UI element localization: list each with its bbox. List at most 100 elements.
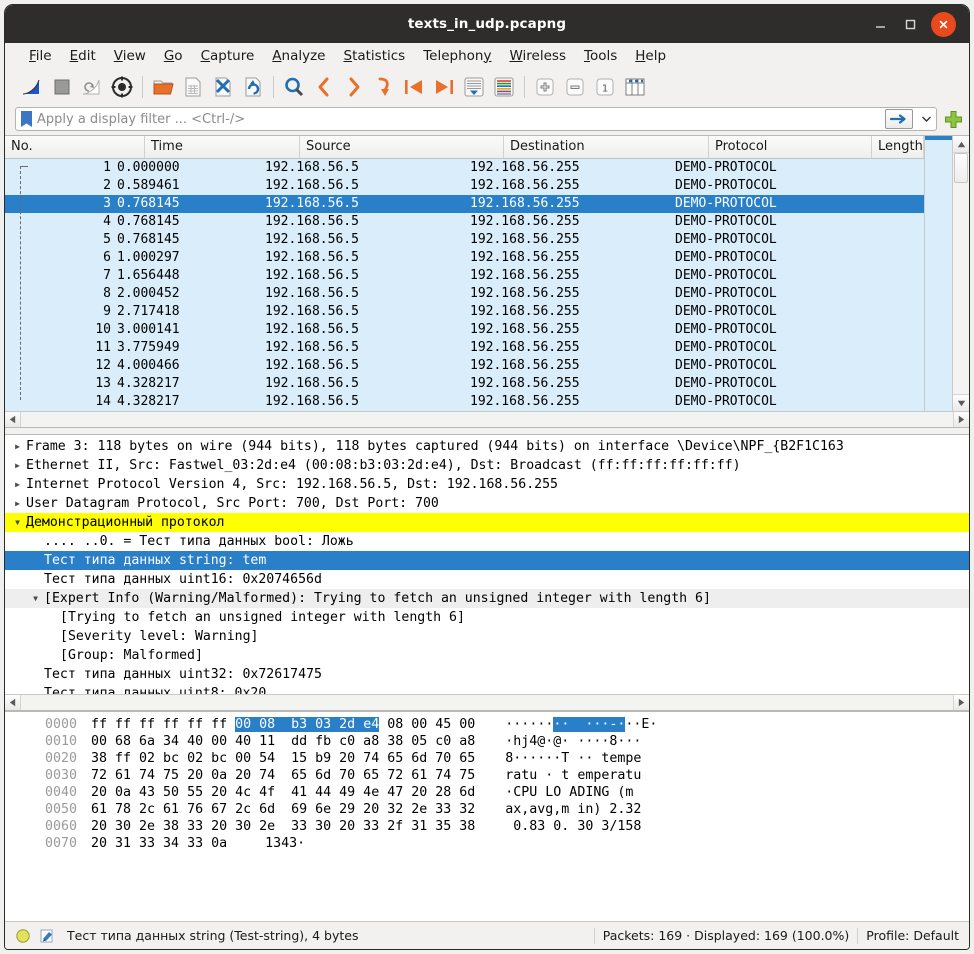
chevron-right-icon[interactable]: ▶ [11, 437, 24, 456]
chevron-down-icon[interactable]: ▼ [11, 513, 24, 532]
hexdump-row[interactable]: 0050 61 78 2c 61 76 67 2c 6d 69 6e 29 20 … [5, 801, 969, 818]
detail-tree-row[interactable]: ▶ Ethernet II, Src: Fastwel_03:2d:e4 (00:… [5, 456, 969, 475]
go-back-icon[interactable] [309, 72, 339, 102]
stop-capture-icon[interactable] [47, 72, 77, 102]
packet-list-row[interactable]: 13 4.328217 192.168.56.5 192.168.56.255 DEMO… [5, 375, 924, 393]
zoom-in-icon[interactable] [530, 72, 560, 102]
reload-file-icon[interactable] [238, 72, 268, 102]
detail-tree-row[interactable]: Тест типа данных uint32: 0x72617475 [5, 665, 969, 684]
hscroll-track[interactable] [21, 412, 953, 427]
hexdump-row[interactable]: 0030 72 61 74 75 20 0a 20 74 65 6d 70 65 … [5, 767, 969, 784]
go-forward-icon[interactable] [339, 72, 369, 102]
detail-tree-row[interactable]: ▼ Демонстрационный протокол [5, 513, 969, 532]
intelligent-scrollbar-minimap[interactable] [924, 136, 952, 411]
find-packet-icon[interactable] [279, 72, 309, 102]
detail-hscroll-right-arrow-icon[interactable] [953, 695, 969, 710]
menu-analyze[interactable]: Analyze [263, 46, 334, 66]
packet-list-row[interactable]: 2 0.589461 192.168.56.5 192.168.56.255 DEMO-… [5, 177, 924, 195]
chevron-right-icon[interactable]: ▶ [11, 475, 24, 494]
hexdump-row[interactable]: 0010 00 68 6a 34 40 00 40 11 dd fb c0 a8 … [5, 733, 969, 750]
detail-tree-row[interactable]: [Severity level: Warning] [5, 627, 969, 646]
colorize-icon[interactable] [489, 72, 519, 102]
packet-detail-horizontal-scrollbar[interactable] [5, 694, 969, 710]
column-header-protocol[interactable]: Protocol [709, 136, 872, 158]
menu-wireless[interactable]: Wireless [500, 46, 575, 66]
detail-hscroll-track[interactable] [21, 695, 953, 710]
capture-options-icon[interactable] [107, 72, 137, 102]
column-header-length[interactable]: Length [872, 136, 924, 158]
go-last-packet-icon[interactable] [429, 72, 459, 102]
detail-tree-row[interactable]: ▶ Frame 3: 118 bytes on wire (944 bits), … [5, 437, 969, 456]
go-first-packet-icon[interactable] [399, 72, 429, 102]
hscroll-left-arrow-icon[interactable] [5, 412, 21, 427]
detail-tree-row[interactable]: Тест типа данных string: tem [5, 551, 969, 570]
zoom-reset-icon[interactable]: 1 [590, 72, 620, 102]
maximize-icon[interactable] [901, 15, 920, 34]
detail-tree-row[interactable]: ▼ [Expert Info (Warning/Malformed): Tryin… [5, 589, 969, 608]
packet-list-horizontal-scrollbar[interactable] [5, 411, 969, 427]
detail-tree-row[interactable]: ▶ Internet Protocol Version 4, Src: 192.1… [5, 475, 969, 494]
resize-columns-icon[interactable] [620, 72, 650, 102]
display-filter-input[interactable]: Apply a display filter ... <Ctrl-/> [15, 107, 937, 131]
detail-tree-row[interactable]: Тест типа данных uint8: 0x20 [5, 684, 969, 694]
restart-capture-icon[interactable] [77, 72, 107, 102]
hexdump-row[interactable]: 0000 ff ff ff ff ff ff 00 08 b3 03 2d e4 … [5, 716, 969, 733]
vscroll-thumb[interactable] [954, 153, 968, 183]
packet-list-vertical-scrollbar[interactable] [952, 136, 969, 411]
hexdump-row[interactable]: 0040 20 0a 43 50 55 20 4c 4f 41 44 49 4e … [5, 784, 969, 801]
hscroll-right-arrow-icon[interactable] [953, 412, 969, 427]
detail-tree-row[interactable]: ▶ User Datagram Protocol, Src Port: 700, … [5, 494, 969, 513]
packet-list-row[interactable]: 3 0.768145 192.168.56.5 192.168.56.255 DEMO-… [5, 195, 924, 213]
hexdump-row[interactable]: 0070 20 31 33 34 33 0a 1343· [5, 835, 969, 852]
packet-list-row[interactable]: 12 4.000466 192.168.56.5 192.168.56.255 DEMO… [5, 357, 924, 375]
packet-list-row[interactable]: 1 0.000000 192.168.56.5 192.168.56.255 DEMO-… [5, 159, 924, 177]
menu-help[interactable]: Help [626, 46, 675, 66]
detail-hscroll-left-arrow-icon[interactable] [5, 695, 21, 710]
detail-tree-row[interactable]: [Group: Malformed] [5, 646, 969, 665]
plus-green-icon[interactable] [943, 109, 963, 129]
menu-capture[interactable]: Capture [192, 46, 264, 66]
chevron-down-icon[interactable] [919, 109, 933, 129]
hexdump-row[interactable]: 0020 38 ff 02 bc 02 bc 00 54 15 b9 20 74 … [5, 750, 969, 767]
go-to-packet-icon[interactable] [369, 72, 399, 102]
chevron-down-icon[interactable]: ▼ [29, 589, 42, 608]
menu-go[interactable]: Go [155, 46, 192, 66]
capture-file-comment-icon[interactable] [39, 928, 55, 944]
column-header-no[interactable]: No. [5, 136, 145, 158]
packet-list-row[interactable]: 6 1.000297 192.168.56.5 192.168.56.255 DEMO-… [5, 249, 924, 267]
packet-list-row[interactable]: 5 0.768145 192.168.56.5 192.168.56.255 DEMO-… [5, 231, 924, 249]
scroll-down-arrow-icon[interactable] [953, 394, 969, 411]
chevron-right-icon[interactable]: ▶ [11, 456, 24, 475]
close-file-icon[interactable] [208, 72, 238, 102]
packet-list-row[interactable]: 7 1.656448 192.168.56.5 192.168.56.255 DEMO-… [5, 267, 924, 285]
column-header-time[interactable]: Time [145, 136, 300, 158]
start-capture-icon[interactable] [17, 72, 47, 102]
packet-list-row[interactable]: 11 3.775949 192.168.56.5 192.168.56.255 DEMO… [5, 339, 924, 357]
menu-tools[interactable]: Tools [575, 46, 626, 66]
detail-tree-row[interactable]: Тест типа данных uint16: 0x2074656d [5, 570, 969, 589]
chevron-right-icon[interactable]: ▶ [11, 494, 24, 513]
menu-telephony[interactable]: Telephony [414, 46, 500, 66]
column-header-source[interactable]: Source [300, 136, 504, 158]
packet-list-row[interactable]: 14 4.328217 192.168.56.5 192.168.56.255 DEMO… [5, 393, 924, 411]
detail-tree-row[interactable]: .... ..0. = Тест типа данных bool: Ложь [5, 532, 969, 551]
menu-edit[interactable]: Edit [61, 46, 105, 66]
detail-tree-row[interactable]: [Trying to fetch an unsigned integer wit… [5, 608, 969, 627]
bookmark-icon[interactable] [21, 111, 32, 127]
scroll-up-arrow-icon[interactable] [953, 136, 969, 153]
packet-list-row[interactable]: 10 3.000141 192.168.56.5 192.168.56.255 DEMO… [5, 321, 924, 339]
hexdump-row[interactable]: 0060 20 30 2e 38 33 20 30 2e 33 30 20 33 … [5, 818, 969, 835]
save-file-icon[interactable] [178, 72, 208, 102]
expert-info-circle-icon[interactable] [15, 928, 31, 944]
minimize-icon[interactable] [871, 15, 890, 34]
packet-list-row[interactable]: 4 0.768145 192.168.56.5 192.168.56.255 DEMO-… [5, 213, 924, 231]
close-icon[interactable] [931, 11, 956, 37]
vscroll-track[interactable] [953, 153, 969, 394]
packet-list-row[interactable]: 8 2.000452 192.168.56.5 192.168.56.255 DEMO-… [5, 285, 924, 303]
zoom-out-icon[interactable] [560, 72, 590, 102]
menu-file[interactable]: File [20, 46, 61, 66]
apply-filter-button[interactable] [885, 109, 913, 129]
menu-view[interactable]: View [105, 46, 155, 66]
menu-statistics[interactable]: Statistics [334, 46, 414, 66]
column-header-destination[interactable]: Destination [504, 136, 709, 158]
